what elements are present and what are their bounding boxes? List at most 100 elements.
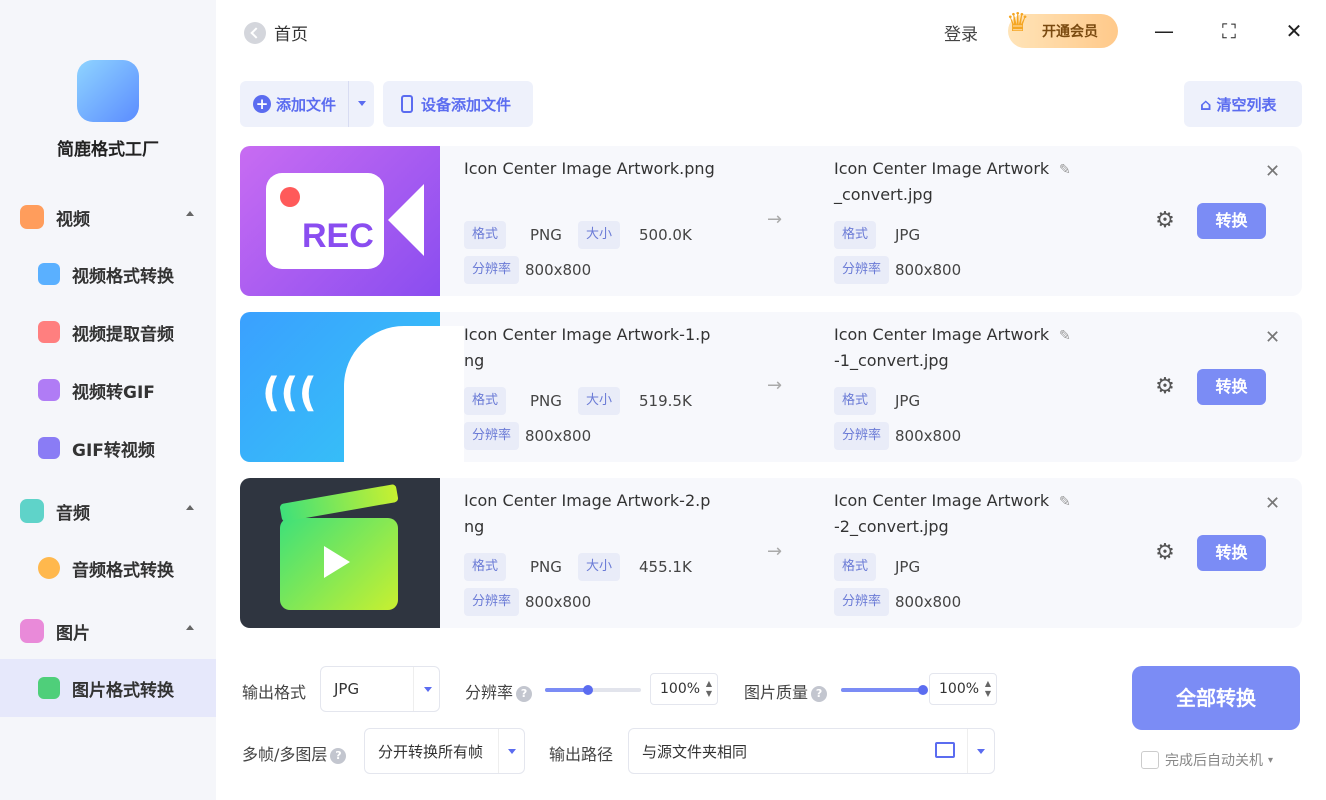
file-thumbnail: ((( [240,312,464,462]
sidebar-item-video-to-gif[interactable]: 视频转GIF [0,361,216,419]
login-link[interactable]: 登录 [944,20,978,45]
source-format: PNG [530,226,562,244]
file-thumbnail [240,478,440,628]
maximize-button[interactable]: ⛶ [1218,20,1240,42]
format-tag: 格式 [464,221,507,249]
output-resolution: 800x800 [895,261,962,279]
sidebar-item-gif-to-video[interactable]: GIF转视频 [0,419,216,477]
sidebar-category-video[interactable]: 视频 [20,203,200,231]
auto-shutdown-option[interactable]: 完成后自动关机 ▾ [1141,750,1273,770]
phone-icon [401,95,413,113]
chevron-down-icon[interactable]: ▾ [1268,755,1273,766]
close-icon[interactable]: ✕ [1265,161,1280,182]
format-tag: 格式 [834,387,877,415]
sidebar-category-audio[interactable]: 音频 [20,497,200,525]
minimize-button[interactable]: — [1153,20,1175,42]
resolution-tag: 分辨率 [834,256,890,284]
vip-button[interactable]: ♛ 开通会员 [1006,8,1118,48]
output-file-name: Icon Center Image Artwork _convert.jpg [834,159,1050,204]
help-icon[interactable]: ? [516,685,533,702]
output-format-label: 输出格式 [242,683,307,702]
format-tag: 格式 [834,221,877,249]
video-icon [20,205,44,229]
output-path-label: 输出路径 [549,745,614,764]
device-add-file-button[interactable]: 设备添加文件 [383,81,533,127]
sidebar: 简鹿格式工厂 视频 视频格式转换 视频提取音频 视频转GIF GIF转视频 音频… [0,0,216,800]
multi-frame-label: 多帧/多图层? [242,741,347,765]
stepper-icon[interactable]: ▲ ▼ [985,679,991,699]
resolution-slider[interactable] [545,685,641,695]
quality-slider[interactable] [841,685,928,695]
collapse-icon [186,625,194,630]
gear-icon[interactable]: ⚙ [1153,209,1177,233]
source-size: 500.0K [639,226,692,244]
broom-icon: ⌂ [1200,94,1212,114]
file-thumbnail: REC [240,146,440,296]
sidebar-category-image[interactable]: 图片 [20,617,200,645]
source-resolution: 800x800 [525,261,592,279]
clear-list-button[interactable]: ⌂ 清空列表 [1184,81,1302,127]
music-icon [38,321,60,343]
clapperboard-icon [280,518,398,610]
gear-icon[interactable]: ⚙ [1153,541,1177,565]
convert-button[interactable]: 转换 [1197,203,1266,239]
auto-shutdown-checkbox[interactable] [1141,751,1159,769]
app-name: 简鹿格式工厂 [57,140,159,160]
output-resolution: 800x800 [895,593,962,611]
multi-frame-select[interactable]: 分开转换所有帧 [364,728,525,774]
gif-icon [38,379,60,401]
home-link[interactable]: 首页 [244,20,308,45]
output-format: JPG [895,558,921,576]
size-tag: 大小 [578,221,621,249]
folder-icon[interactable] [935,742,955,758]
source-size: 455.1K [639,558,692,576]
edit-icon[interactable]: ✎ [1059,328,1071,344]
plus-icon: + [253,95,271,113]
add-file-dropdown-icon[interactable] [358,101,366,106]
gear-icon[interactable]: ⚙ [1153,375,1177,399]
resolution-percent-input[interactable]: 100% ▲ ▼ [650,673,718,705]
quality-label: 图片质量? [744,679,828,703]
close-icon[interactable]: ✕ [1265,327,1280,348]
edit-icon[interactable]: ✎ [1059,494,1071,510]
resolution-tag: 分辨率 [464,588,520,616]
close-icon[interactable]: ✕ [1265,493,1280,514]
sidebar-item-video-extract-audio[interactable]: 视频提取音频 [0,303,216,361]
sidebar-item-image-convert[interactable]: 图片格式转换 [0,659,216,717]
collapse-icon [186,505,194,510]
slider-handle[interactable] [583,685,594,695]
add-file-button[interactable]: + 添加文件 [240,81,374,127]
voice-icon [344,326,464,462]
chevron-down-icon [508,749,516,754]
slider-handle[interactable] [918,685,928,695]
output-resolution: 800x800 [895,427,962,445]
sidebar-item-video-convert[interactable]: 视频格式转换 [0,245,216,303]
source-format: PNG [530,392,562,410]
collapse-icon [186,211,194,216]
arrow-right-icon: → [767,375,783,396]
file-card: Icon Center Image Artwork-2.png 格式 PNG 大… [240,478,1302,628]
image-convert-icon [38,677,60,699]
output-format-select[interactable]: JPG [320,666,440,712]
image-icon [20,619,44,643]
convert-button[interactable]: 转换 [1197,369,1266,405]
edit-icon[interactable]: ✎ [1059,162,1071,178]
output-path-select[interactable]: 与源文件夹相同 [628,728,995,774]
help-icon[interactable]: ? [330,747,347,764]
chevron-down-icon [977,749,985,754]
app-logo [77,60,139,122]
close-window-button[interactable]: ✕ [1283,20,1305,42]
format-tag: 格式 [834,553,877,581]
video-convert-icon [38,263,60,285]
help-icon[interactable]: ? [811,685,828,702]
chevron-down-icon [424,687,432,692]
stepper-icon[interactable]: ▲ ▼ [706,679,712,699]
audio-icon [20,499,44,523]
quality-percent-input[interactable]: 100% ▲ ▼ [929,673,997,705]
arrow-right-icon: → [767,541,783,562]
convert-all-button[interactable]: 全部转换 [1132,666,1300,730]
output-file-name: Icon Center Image Artwork -1_convert.jpg [834,325,1050,370]
convert-button[interactable]: 转换 [1197,535,1266,571]
headphones-icon [38,557,60,579]
sidebar-item-audio-convert[interactable]: 音频格式转换 [0,539,216,597]
